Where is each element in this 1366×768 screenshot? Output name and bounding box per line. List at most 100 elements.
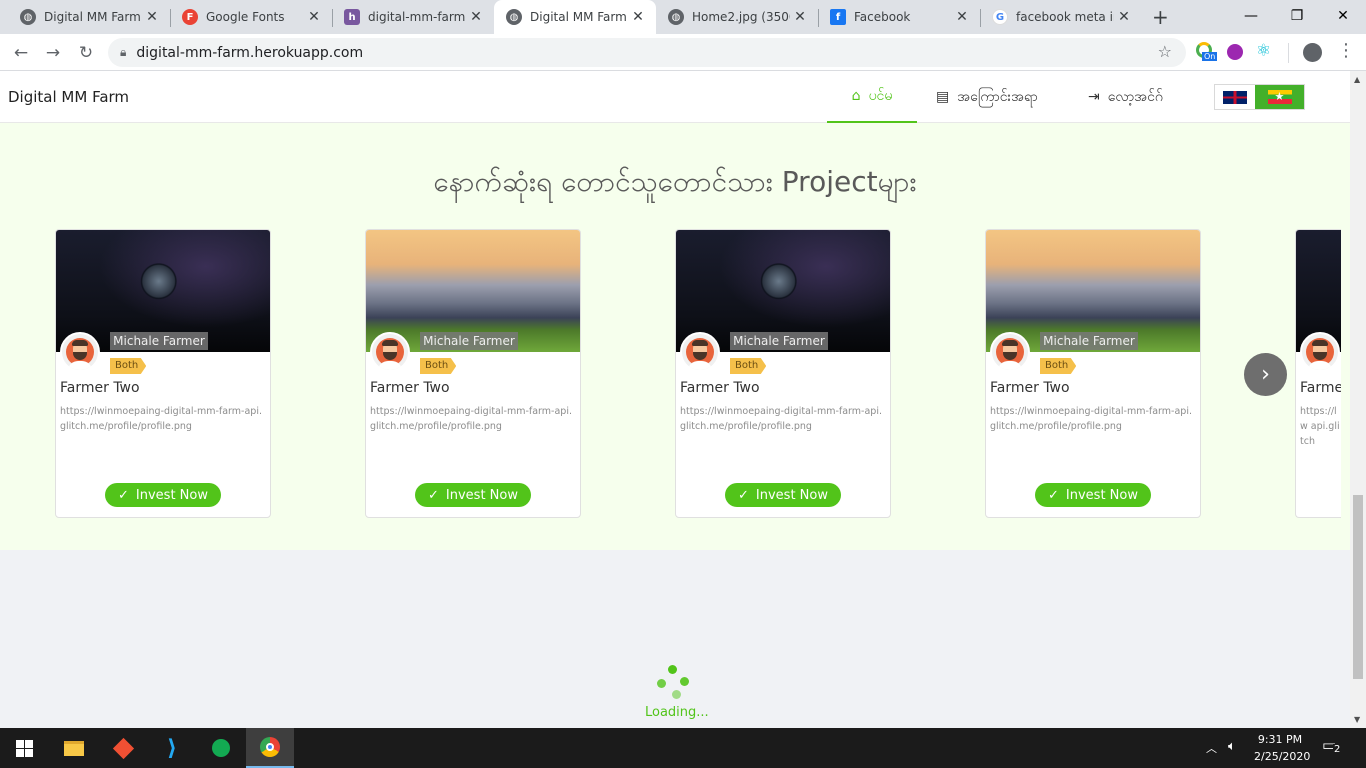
browser-tab[interactable]: F Google Fonts ✕ xyxy=(162,0,332,34)
farmer-avatar xyxy=(60,332,100,372)
close-tab-icon[interactable]: ✕ xyxy=(466,9,486,25)
invest-now-button[interactable]: ✓ Invest Now xyxy=(415,483,531,507)
project-title: Farme xyxy=(1300,380,1341,396)
notification-center-icon[interactable]: ▭ 2 xyxy=(1322,736,1344,758)
nav-item-login[interactable]: ⇥ လော့အင်ဂ် xyxy=(1088,71,1163,123)
invest-now-button[interactable]: ✓ Invest Now xyxy=(725,483,841,507)
forward-icon[interactable]: → xyxy=(40,40,66,66)
check-icon: ✓ xyxy=(738,487,749,503)
owner-name: Michale Farmer xyxy=(1040,332,1138,350)
check-icon: ✓ xyxy=(118,487,129,503)
bookmark-star-icon[interactable]: ☆ xyxy=(1158,42,1172,61)
close-tab-icon[interactable]: ✕ xyxy=(628,9,648,25)
windows-start-icon[interactable] xyxy=(0,728,48,768)
project-description: https://lwinmoepaing-digital-mm-farm-api… xyxy=(60,406,262,432)
chrome-icon[interactable] xyxy=(246,728,294,768)
minimize-icon[interactable]: — xyxy=(1228,0,1274,32)
category-tag: Both xyxy=(110,358,147,374)
site-navbar: Digital MM Farm ⌂ ပင်မ ▤ အကြောင်းအရာ ⇥ လ… xyxy=(0,71,1350,123)
browser-tab[interactable]: ◍ Digital MM Farm ✕ xyxy=(0,0,170,34)
close-tab-icon[interactable]: ✕ xyxy=(304,9,324,25)
section-heading: နောက်ဆုံးရ တောင်သူတောင်သား Projectများ xyxy=(433,165,917,198)
menu-kebab-icon[interactable]: ⋮ xyxy=(1337,40,1355,61)
project-card[interactable]: Michale Farmer Both Farmer Two https://l… xyxy=(55,229,271,518)
scrollbar-thumb[interactable] xyxy=(1353,495,1363,679)
project-card[interactable]: Farme https://lw api.glitch xyxy=(1295,229,1341,518)
project-description: https://lwinmoepaing-digital-mm-farm-api… xyxy=(990,406,1192,432)
browser-tab[interactable]: ◍ Home2.jpg (3500× ✕ xyxy=(648,0,818,34)
language-switcher: ★ xyxy=(1214,84,1305,110)
close-tab-icon[interactable]: ✕ xyxy=(790,9,810,25)
globe-icon: ◍ xyxy=(668,9,684,25)
scroll-up-icon[interactable]: ▲ xyxy=(1354,75,1360,84)
projects-section: နောက်ဆုံးရ တောင်သူတောင်သား Projectများ M… xyxy=(0,123,1350,550)
extension-icon[interactable]: On xyxy=(1196,42,1218,64)
address-bar[interactable]: 🔒︎ digital-mm-farm.herokuapp.com ☆ xyxy=(108,38,1186,67)
lang-myanmar-button[interactable]: ★ xyxy=(1255,85,1304,109)
vscode-icon[interactable]: ⟩ xyxy=(148,728,196,768)
project-card[interactable]: Michale Farmer Both Farmer Two https://l… xyxy=(365,229,581,518)
project-description: https://lwinmoepaing-digital-mm-farm-api… xyxy=(370,406,572,432)
category-tag: Both xyxy=(420,358,457,374)
file-explorer-icon[interactable] xyxy=(50,728,98,768)
browser-tab-active[interactable]: ◍ Digital MM Farm ✕ xyxy=(494,0,656,34)
invest-now-button[interactable]: ✓ Invest Now xyxy=(1035,483,1151,507)
extension-icon[interactable] xyxy=(1227,44,1243,60)
owner-name: Michale Farmer xyxy=(420,332,518,350)
globe-icon: ◍ xyxy=(20,9,36,25)
browser-tab[interactable]: h digital-mm-farm ✕ xyxy=(324,0,494,34)
tab-strip: ◍ Digital MM Farm ✕ F Google Fonts ✕ h d… xyxy=(0,0,1366,34)
project-title: Farmer Two xyxy=(60,380,140,396)
lock-icon: 🔒︎ xyxy=(120,45,127,59)
lang-english-button[interactable] xyxy=(1215,85,1255,109)
page-content: Digital MM Farm ⌂ ပင်မ ▤ အကြောင်းအရာ ⇥ လ… xyxy=(0,71,1350,728)
nav-item-about[interactable]: ▤ အကြောင်းအရာ xyxy=(936,71,1038,123)
google-fonts-icon: F xyxy=(182,9,198,25)
check-icon: ✓ xyxy=(428,487,439,503)
restore-icon[interactable]: ❐ xyxy=(1274,0,1320,32)
scroll-down-icon[interactable]: ▼ xyxy=(1354,715,1360,724)
page-scrollbar[interactable]: ▲ ▼ xyxy=(1350,71,1366,728)
loading-text: Loading... xyxy=(645,705,709,720)
heroku-icon: h xyxy=(344,9,360,25)
taskbar-clock[interactable]: 9:31 PM 2/25/2020 xyxy=(1254,731,1310,765)
farmer-avatar xyxy=(370,332,410,372)
browser-toolbar: ← → ↻ 🔒︎ digital-mm-farm.herokuapp.com ☆… xyxy=(0,34,1366,71)
close-tab-icon[interactable]: ✕ xyxy=(952,9,972,25)
profile-avatar-icon[interactable] xyxy=(1303,43,1322,62)
book-icon: ▤ xyxy=(936,89,950,105)
url-text: digital-mm-farm.herokuapp.com xyxy=(136,44,364,61)
nav-item-home[interactable]: ⌂ ပင်မ xyxy=(827,71,917,123)
project-title: Farmer Two xyxy=(680,380,760,396)
facebook-icon: f xyxy=(830,9,846,25)
myanmar-flag-icon: ★ xyxy=(1267,90,1292,104)
site-brand[interactable]: Digital MM Farm xyxy=(8,88,129,106)
browser-tab[interactable]: G facebook meta ima ✕ xyxy=(972,0,1142,34)
close-tab-icon[interactable]: ✕ xyxy=(1114,9,1134,25)
category-tag: Both xyxy=(730,358,767,374)
project-card[interactable]: Michale Farmer Both Farmer Two https://l… xyxy=(675,229,891,518)
chevron-right-icon: › xyxy=(1261,362,1270,387)
show-hidden-icons-icon[interactable]: ︿ xyxy=(1206,740,1217,756)
browser-tab[interactable]: f Facebook ✕ xyxy=(810,0,980,34)
google-icon: G xyxy=(992,9,1008,25)
git-icon[interactable] xyxy=(99,728,147,768)
uk-flag-icon xyxy=(1223,90,1247,104)
loading-spinner-icon xyxy=(655,663,695,703)
volume-icon[interactable]: 🔈︎ xyxy=(1228,739,1236,754)
windows-taskbar: ⟩ ︿ 🔈︎ 9:31 PM 2/25/2020 ▭ 2 xyxy=(0,728,1366,768)
new-tab-button[interactable]: + xyxy=(1152,5,1169,29)
close-window-icon[interactable]: ✕ xyxy=(1320,0,1366,32)
project-title: Farmer Two xyxy=(370,380,450,396)
login-icon: ⇥ xyxy=(1088,89,1100,105)
invest-now-button[interactable]: ✓ Invest Now xyxy=(105,483,221,507)
reload-icon[interactable]: ↻ xyxy=(73,40,99,66)
react-devtools-icon[interactable]: ⚛ xyxy=(1256,41,1271,61)
check-icon: ✓ xyxy=(1048,487,1059,503)
project-card[interactable]: Michale Farmer Both Farmer Two https://l… xyxy=(985,229,1201,518)
carousel-next-button[interactable]: › xyxy=(1244,353,1287,396)
back-icon[interactable]: ← xyxy=(8,40,34,66)
close-tab-icon[interactable]: ✕ xyxy=(142,9,162,25)
mongodb-compass-icon[interactable] xyxy=(197,728,245,768)
farmer-avatar xyxy=(680,332,720,372)
